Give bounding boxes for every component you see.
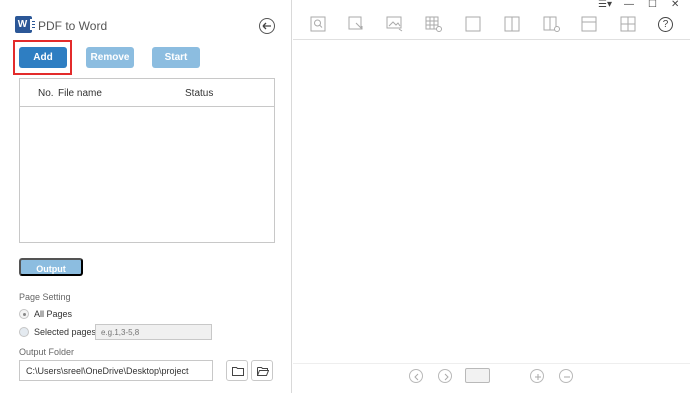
start-button[interactable]: Start xyxy=(152,47,200,68)
selected-pages-label[interactable]: Selected pages xyxy=(34,327,96,337)
open-folder-button[interactable] xyxy=(251,360,273,381)
minimize-icon[interactable]: — xyxy=(624,0,634,10)
all-pages-label[interactable]: All Pages xyxy=(34,309,72,319)
split-vertical-icon[interactable] xyxy=(504,16,520,32)
pages-range-input[interactable] xyxy=(95,324,212,340)
region-icon[interactable] xyxy=(465,16,481,32)
table-header: No. File name Status xyxy=(20,79,274,107)
page-setting-label: Page Setting xyxy=(19,292,71,302)
help-icon[interactable]: ? xyxy=(658,17,673,32)
word-logo-icon: W xyxy=(15,16,35,33)
close-icon[interactable]: ✕ xyxy=(671,0,679,10)
grid-icon[interactable] xyxy=(620,16,636,32)
preview-area[interactable] xyxy=(293,40,690,363)
page-number-input[interactable] xyxy=(465,368,490,383)
arrow-left-icon xyxy=(262,22,271,30)
output-folder-input[interactable] xyxy=(19,360,213,381)
file-list-table[interactable]: No. File name Status xyxy=(19,78,275,243)
select-icon[interactable] xyxy=(348,16,364,32)
column-no: No. xyxy=(38,88,54,99)
folder-open-icon xyxy=(257,367,269,376)
maximize-icon[interactable]: ☐ xyxy=(648,0,657,10)
browse-folder-button[interactable] xyxy=(226,360,248,381)
menu-icon[interactable]: ☰▾ xyxy=(598,0,612,10)
image-icon[interactable] xyxy=(386,16,403,32)
bottom-divider xyxy=(293,363,690,364)
page-add-icon[interactable] xyxy=(543,16,560,32)
zoom-icon[interactable] xyxy=(310,16,326,32)
add-button[interactable]: Add xyxy=(19,47,67,68)
table-icon[interactable] xyxy=(425,16,442,32)
logo-letter: W xyxy=(17,19,28,30)
zoom-out-icon[interactable] xyxy=(559,369,573,383)
output-folder-label: Output Folder xyxy=(19,347,75,357)
app-title: PDF to Word xyxy=(38,19,108,33)
column-file-name: File name xyxy=(58,88,102,99)
layout-horizontal-icon[interactable] xyxy=(581,16,597,32)
next-page-icon[interactable] xyxy=(438,369,452,383)
selected-pages-radio[interactable] xyxy=(19,327,29,337)
previous-page-icon[interactable] xyxy=(409,369,423,383)
folder-icon xyxy=(232,367,244,376)
zoom-in-icon[interactable] xyxy=(530,369,544,383)
column-status: Status xyxy=(185,88,214,99)
left-panel: W PDF to Word Add Remove Start No. File … xyxy=(0,0,292,393)
all-pages-radio[interactable] xyxy=(19,309,29,319)
back-button[interactable] xyxy=(259,18,275,34)
remove-button[interactable]: Remove xyxy=(86,47,134,68)
output-setting-button[interactable]: Output Setting xyxy=(19,258,83,292)
